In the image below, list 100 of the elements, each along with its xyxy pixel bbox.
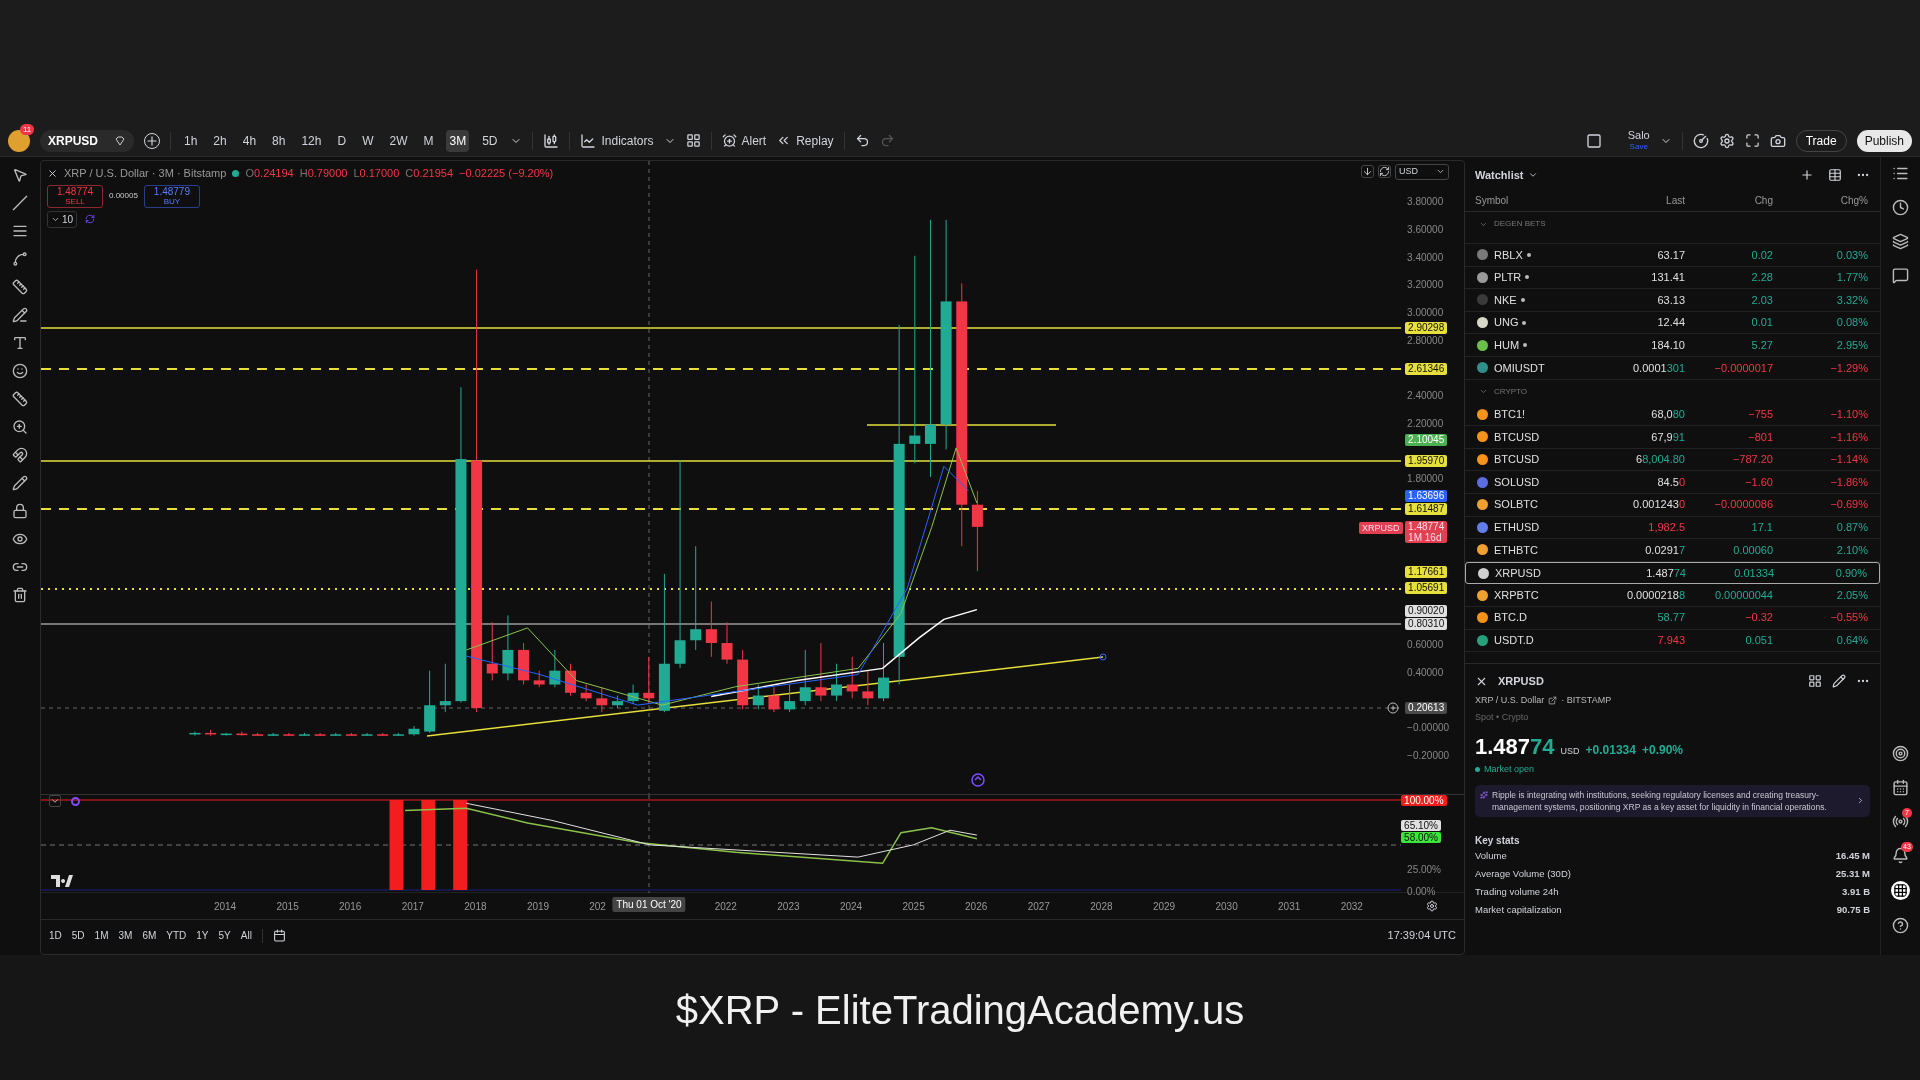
close-icon[interactable]: [47, 167, 58, 179]
collapse-icon[interactable]: [49, 795, 61, 807]
interval-tab[interactable]: 12h: [298, 129, 325, 152]
column-header[interactable]: Chg: [1685, 193, 1773, 208]
measure-icon[interactable]: [12, 391, 28, 407]
buy-button[interactable]: 1.48779 BUY: [143, 184, 200, 208]
broadcast-icon[interactable]: [1892, 813, 1909, 830]
watchlist-row[interactable]: NKE 63.13 2.03 3.32%: [1465, 289, 1880, 312]
eye-icon[interactable]: [12, 531, 28, 547]
interval-tab[interactable]: 2h: [210, 129, 230, 152]
curve-icon[interactable]: [12, 251, 28, 267]
alert-button[interactable]: Alert: [721, 131, 767, 150]
interval-tab[interactable]: M: [420, 129, 437, 152]
watchlist-row[interactable]: USDT.D 7.943 0.051 0.64%: [1465, 629, 1880, 653]
layers-icon[interactable]: [1892, 233, 1909, 250]
text-icon[interactable]: [12, 335, 28, 351]
range-button[interactable]: 1Y: [196, 928, 209, 943]
watchlist-row[interactable]: UNG 12.44 0.01 0.08%: [1465, 311, 1880, 335]
chevron-icon[interactable]: [1856, 796, 1865, 806]
watchlist-row[interactable]: ETHUSD 1,982.5 17.1 0.87%: [1465, 516, 1880, 540]
group-header[interactable]: DEGEN BETS: [1465, 212, 1880, 236]
fullscreen-icon[interactable]: [1744, 133, 1760, 148]
brush-icon[interactable]: [12, 307, 28, 323]
column-header[interactable]: Chg%: [1773, 193, 1868, 208]
ruler-icon[interactable]: [12, 279, 28, 295]
avatar[interactable]: [8, 129, 30, 152]
magnet-icon[interactable]: [12, 447, 28, 463]
settings-icon[interactable]: [1425, 900, 1438, 912]
help-icon[interactable]: [1892, 917, 1909, 934]
watchlist-row[interactable]: XRPBTC 0.00002188 0.00000044 2.05%: [1465, 584, 1880, 607]
range-button[interactable]: 1M: [94, 928, 109, 943]
group-header[interactable]: CRYPTO: [1465, 379, 1880, 404]
calendar-icon[interactable]: [272, 929, 286, 942]
add-icon[interactable]: [1800, 168, 1814, 182]
zoom-in-icon[interactable]: [12, 419, 28, 435]
watchlist-row[interactable]: BTC1! 68,080 −755 −1.10%: [1465, 403, 1880, 427]
summary-card[interactable]: Ripple is integrating with institutions, seeking regulatory licenses and creating treasury-management systems, positioning XRP as a key asset for liquidity in financial operations.: [1475, 784, 1870, 817]
column-header[interactable]: Last: [1625, 193, 1685, 208]
range-button[interactable]: All: [240, 928, 252, 943]
watchlist-row[interactable]: HUM 184.10 5.27 2.95%: [1465, 334, 1880, 357]
replay-button[interactable]: Replay: [776, 131, 834, 150]
line-handle[interactable]: [1099, 653, 1107, 661]
cursor-icon[interactable]: [12, 167, 28, 183]
range-button[interactable]: 5Y: [218, 928, 231, 943]
calendar-icon[interactable]: [1892, 779, 1909, 796]
watchlist-row[interactable]: BTCUSD 67,991 −801 −1.16%: [1465, 426, 1880, 449]
interval-tab[interactable]: 4h: [239, 129, 260, 152]
line-tool-icon[interactable]: [12, 195, 28, 211]
range-button[interactable]: 1D: [49, 928, 62, 943]
list-icon[interactable]: [1892, 165, 1909, 182]
templates-icon[interactable]: [685, 133, 701, 148]
grid-icon[interactable]: [1808, 674, 1822, 689]
settings-icon[interactable]: [1718, 132, 1735, 149]
interval-tab[interactable]: 3M: [446, 129, 470, 152]
external-link-icon[interactable]: [1548, 696, 1558, 706]
interval-tab[interactable]: D: [334, 129, 350, 152]
pencil-icon[interactable]: [12, 475, 28, 491]
publish-button[interactable]: Publish: [1856, 129, 1912, 152]
bell-icon[interactable]: [1892, 847, 1909, 864]
emoji-icon[interactable]: [12, 363, 28, 379]
square-icon[interactable]: [1585, 132, 1602, 149]
range-button[interactable]: 6M: [142, 928, 157, 943]
watchlist-row[interactable]: OMIUSDT 0.0001301 −0.0000017 −1.29%: [1465, 356, 1880, 380]
range-button[interactable]: 5D: [71, 928, 85, 943]
apps-icon[interactable]: [1891, 881, 1910, 900]
undo-icon[interactable]: [854, 133, 870, 148]
sell-button[interactable]: 1.48774 SELL: [47, 184, 103, 208]
interval-tab[interactable]: 2W: [386, 129, 411, 152]
watchlist-row[interactable]: RBLX 63.17 0.02 0.03%: [1465, 244, 1880, 267]
watchlist-row[interactable]: SOLBTC 0.0012430 −0.0000086 −0.69%: [1465, 493, 1880, 517]
watchlist-row[interactable]: BTC.D 58.77 −0.32 −0.55%: [1465, 606, 1880, 630]
watchlist-row[interactable]: PLTR 131.41 2.28 1.77%: [1465, 266, 1880, 290]
watchlist-row[interactable]: XRPUSD 1.48774 0.01334 0.90%: [1465, 561, 1880, 585]
interval-tab[interactable]: 8h: [269, 129, 289, 152]
column-header[interactable]: Symbol: [1465, 193, 1625, 208]
indicators-button[interactable]: Indicators: [580, 131, 654, 150]
add-alert-icon[interactable]: [1387, 702, 1400, 714]
clock-icon[interactable]: [1892, 199, 1909, 216]
candles-icon[interactable]: [543, 132, 560, 149]
interval-tab[interactable]: 5D: [479, 129, 501, 152]
logo-icon[interactable]: [51, 875, 73, 887]
lines-icon[interactable]: [12, 223, 28, 239]
symbol-search[interactable]: XRPUSD: [40, 129, 134, 152]
lock-icon[interactable]: [12, 503, 28, 519]
indicators-toggle[interactable]: 10: [47, 210, 78, 228]
watchlist-title[interactable]: Watchlist: [1475, 166, 1538, 184]
interval-tab[interactable]: W: [359, 129, 377, 152]
table-icon[interactable]: [1828, 168, 1842, 182]
clock[interactable]: 17:39:04 UTC: [1387, 927, 1456, 944]
refresh-icon[interactable]: [85, 214, 96, 224]
scroll-down-icon[interactable]: [1361, 165, 1375, 179]
auto-scale-icon[interactable]: [1378, 165, 1392, 179]
interval-tab[interactable]: 1h: [181, 129, 201, 152]
edit-icon[interactable]: [1832, 674, 1846, 689]
trash-icon[interactable]: [12, 587, 28, 603]
range-button[interactable]: 3M: [118, 928, 133, 943]
currency-select[interactable]: USD: [1395, 164, 1450, 180]
watchlist-row[interactable]: SOLUSD 84.50 −1.60 −1.86%: [1465, 471, 1880, 494]
camera-icon[interactable]: [1769, 132, 1786, 149]
target-icon[interactable]: [1892, 745, 1909, 762]
